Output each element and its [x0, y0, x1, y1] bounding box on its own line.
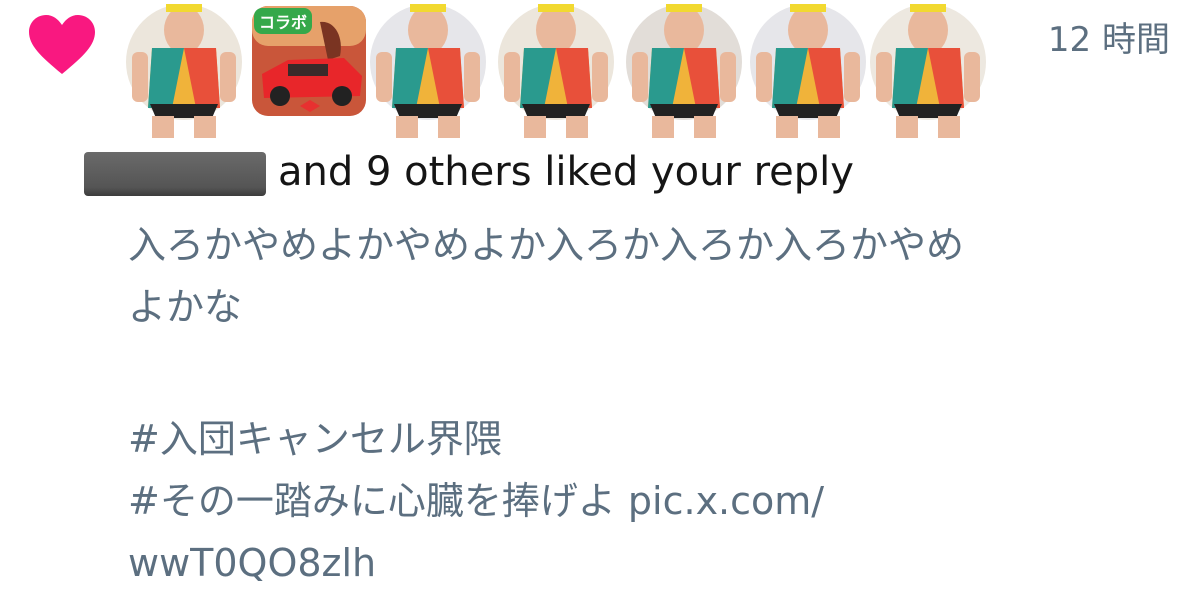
hashtag-line: #入団キャンセル界隈: [128, 417, 502, 461]
avatar[interactable]: コラボ: [248, 0, 372, 140]
avatar[interactable]: [866, 0, 990, 140]
avatar[interactable]: [746, 0, 870, 140]
reply-blank-line: [128, 338, 1138, 408]
redacted-username: [84, 152, 266, 196]
media-link: wwT0QO8zlh: [128, 541, 377, 585]
reply-line: よかな: [128, 285, 243, 329]
liked-summary[interactable]: and 9 others liked your reply: [84, 144, 854, 200]
liker-avatars: コラボ: [122, 0, 1002, 140]
avatar[interactable]: [366, 0, 490, 140]
hashtag-line: #その一踏みに心臓を捧げよ pic.x.com/: [128, 479, 825, 523]
collab-badge: コラボ: [259, 13, 307, 32]
avatar[interactable]: [494, 0, 618, 140]
reply-text[interactable]: 入ろかやめよかやめよか入ろか入ろか入ろかやめ よかな #入団キャンセル界隈 #そ…: [128, 214, 1138, 594]
reply-line: 入ろかやめよかやめよか入ろか入ろか入ろかやめ: [128, 223, 965, 267]
timestamp: 12 時間: [1047, 20, 1170, 60]
avatar[interactable]: [122, 0, 246, 140]
avatar[interactable]: [622, 0, 746, 140]
liked-summary-text: and 9 others liked your reply: [278, 149, 854, 195]
heart-icon: [29, 15, 95, 74]
